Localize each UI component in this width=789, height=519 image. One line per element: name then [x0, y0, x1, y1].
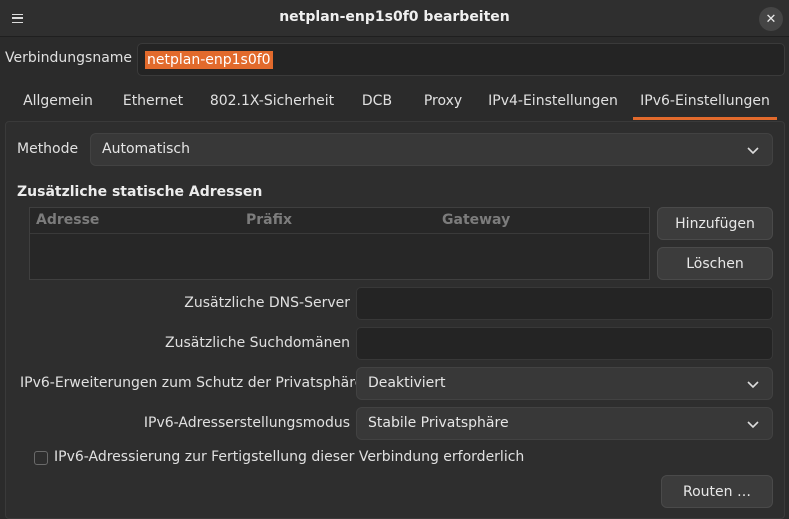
- privacy-extensions-value: Deaktiviert: [368, 375, 446, 391]
- close-icon[interactable]: ✕: [759, 7, 783, 31]
- tab-ipv6[interactable]: IPv6-Einstellungen: [633, 82, 777, 120]
- column-header-prefix[interactable]: Präfix: [246, 212, 292, 228]
- method-value: Automatisch: [102, 141, 190, 157]
- static-addresses-table[interactable]: Adresse Präfix Gateway: [29, 207, 650, 280]
- chevron-down-icon: [747, 147, 759, 155]
- chevron-down-icon: [747, 381, 759, 389]
- connection-name-input[interactable]: netplan-enp1s0f0: [137, 43, 785, 76]
- ipv6-required-label[interactable]: IPv6-Adressierung zur Fertigstellung die…: [54, 449, 524, 465]
- address-generation-value: Stabile Privatsphäre: [368, 415, 509, 431]
- address-generation-dropdown[interactable]: Stabile Privatsphäre: [356, 407, 773, 440]
- dns-server-label: Zusätzliche DNS-Server: [184, 295, 350, 311]
- column-header-address[interactable]: Adresse: [36, 212, 99, 228]
- add-button[interactable]: Hinzufügen: [657, 207, 773, 240]
- tab-8021x[interactable]: 802.1X-Sicherheit: [203, 82, 341, 120]
- tab-allgemein[interactable]: Allgemein: [14, 82, 102, 120]
- table-header: Adresse Präfix Gateway: [30, 208, 649, 234]
- tab-ipv4[interactable]: IPv4-Einstellungen: [483, 82, 623, 120]
- method-dropdown[interactable]: Automatisch: [90, 133, 773, 166]
- ipv6-required-checkbox[interactable]: [34, 451, 48, 465]
- static-addresses-title: Zusätzliche statische Adressen: [17, 184, 263, 200]
- search-domains-input[interactable]: [356, 327, 773, 360]
- window-title: netplan-enp1s0f0 bearbeiten: [279, 9, 510, 25]
- title-bar: netplan-enp1s0f0 bearbeiten ✕: [0, 0, 789, 37]
- address-generation-label: IPv6-Adresserstellungsmodus: [143, 415, 350, 431]
- tab-proxy[interactable]: Proxy: [413, 82, 473, 120]
- search-domains-label: Zusätzliche Suchdomänen: [165, 335, 350, 351]
- routes-button[interactable]: Routen …: [661, 475, 773, 508]
- tab-ethernet[interactable]: Ethernet: [112, 82, 194, 120]
- tab-bar: Allgemein Ethernet 802.1X-Sicherheit DCB…: [0, 82, 789, 120]
- dns-server-input[interactable]: [356, 287, 773, 320]
- connection-name-value: netplan-enp1s0f0: [145, 51, 273, 69]
- privacy-extensions-label: IPv6-Erweiterungen zum Schutz der Privat…: [20, 375, 364, 391]
- privacy-extensions-dropdown[interactable]: Deaktiviert: [356, 367, 773, 400]
- connection-name-label: Verbindungsname: [5, 50, 133, 66]
- chevron-down-icon: [747, 421, 759, 429]
- tab-dcb[interactable]: DCB: [353, 82, 401, 120]
- column-header-gateway[interactable]: Gateway: [442, 212, 510, 228]
- delete-button[interactable]: Löschen: [657, 247, 773, 280]
- method-label: Methode: [17, 141, 79, 157]
